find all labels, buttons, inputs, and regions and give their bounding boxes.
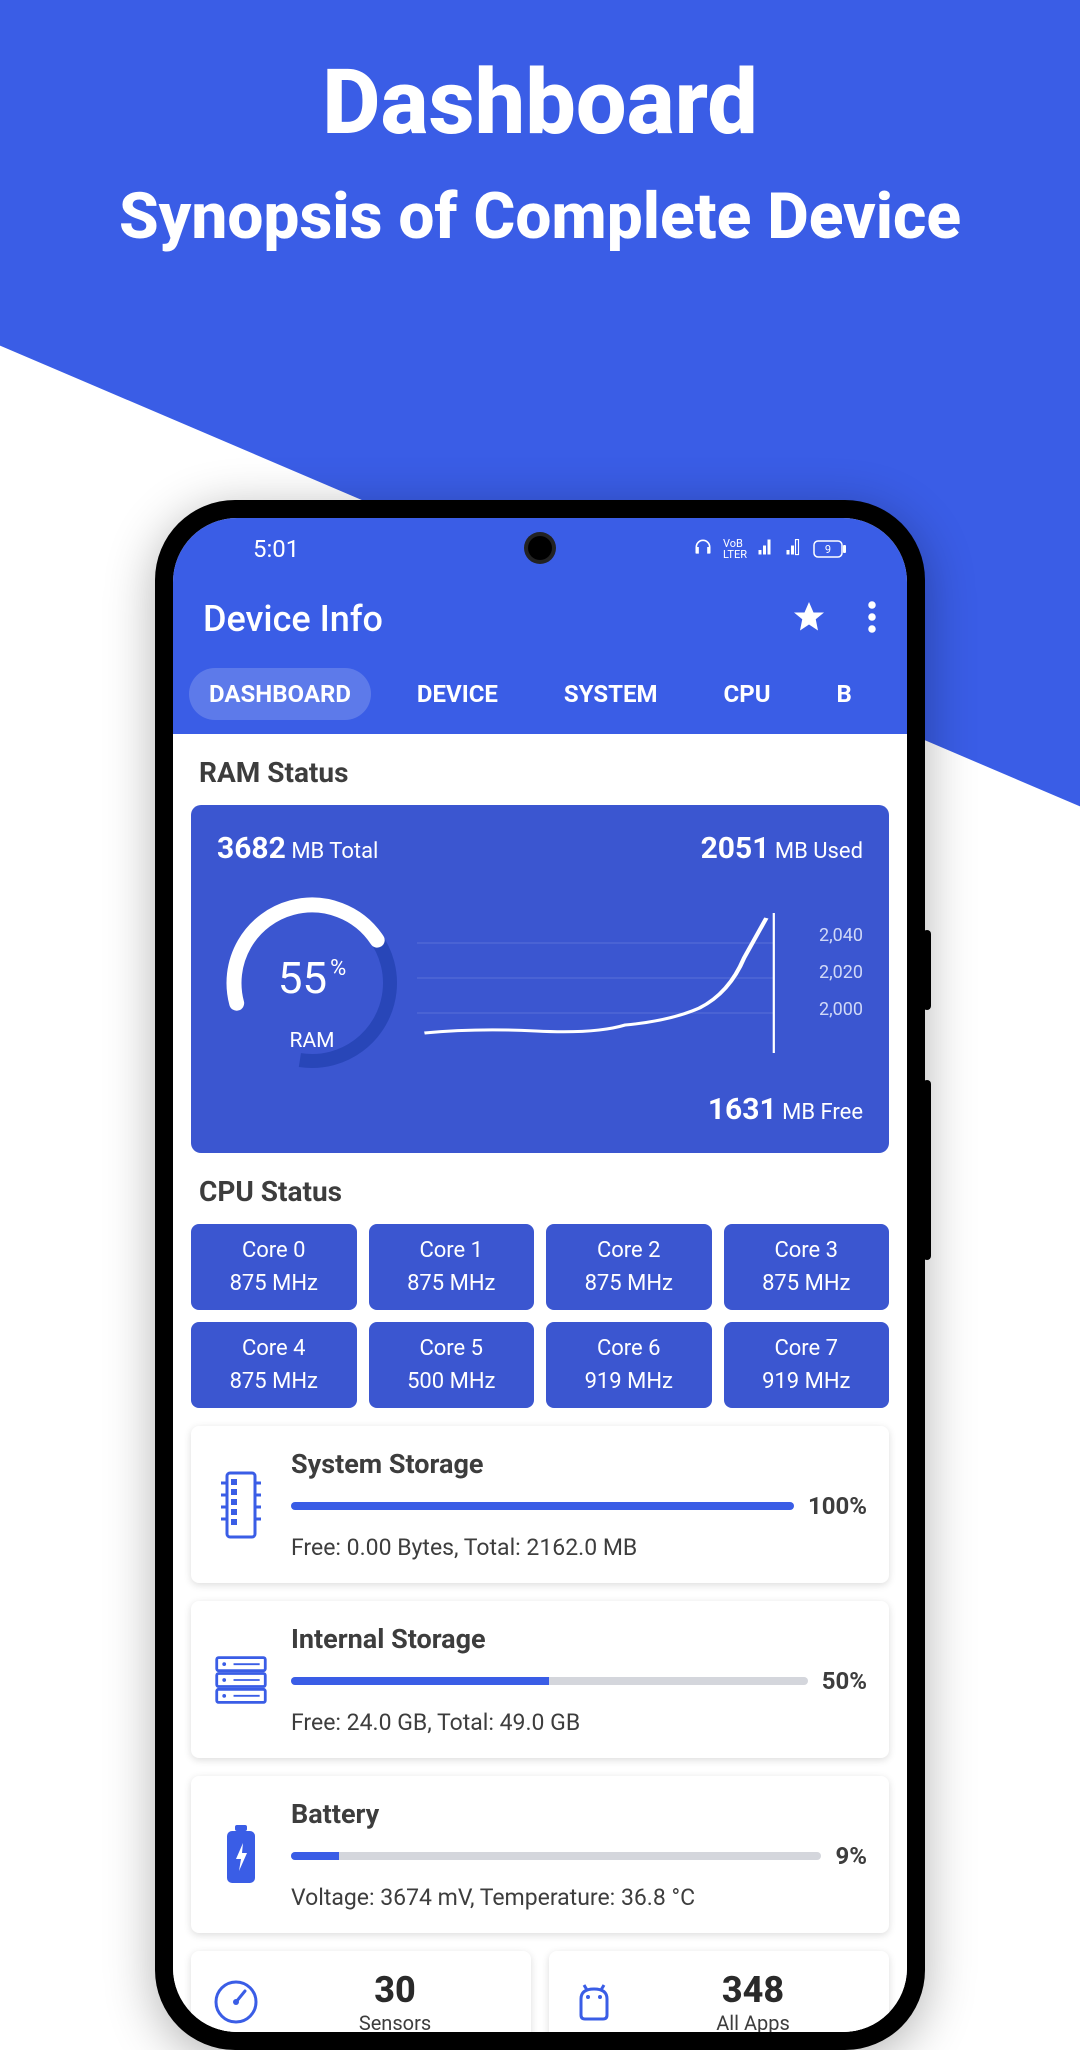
promo-subtitle: Synopsis of Complete Device — [0, 179, 1080, 254]
tab-dashboard[interactable]: DASHBOARD — [189, 668, 371, 720]
app-bar: Device Info — [173, 580, 907, 658]
android-icon — [569, 1977, 619, 2027]
battery-icon: 9 — [813, 540, 847, 558]
battery-card[interactable]: Battery 9% Voltage: 3674 mV, Temperature… — [191, 1776, 889, 1933]
storage-detail: Free: 0.00 Bytes, Total: 2162.0 MB — [291, 1534, 867, 1561]
tab-cpu[interactable]: CPU — [704, 668, 791, 720]
ram-free: 1631 MB Free — [217, 1092, 863, 1127]
apps-card[interactable]: 348 All Apps — [549, 1951, 889, 2032]
cpu-core-7: Core 7919 MHz — [724, 1322, 890, 1408]
storage-title: Internal Storage — [291, 1623, 867, 1655]
storage-detail: Voltage: 3674 mV, Temperature: 36.8 °C — [291, 1884, 867, 1911]
storage-percent: 50% — [822, 1667, 867, 1695]
signal-icon — [757, 538, 775, 561]
storage-progress-bar — [291, 1677, 808, 1685]
sensors-card[interactable]: 30 Sensors — [191, 1951, 531, 2032]
tab-more[interactable]: B — [817, 668, 872, 720]
system-storage-card[interactable]: System Storage 100% Free: 0.00 Bytes, To… — [191, 1426, 889, 1583]
info-number: 348 — [637, 1969, 869, 2011]
signal-icon-2 — [785, 538, 803, 561]
ram-total: 3682 MB Total — [217, 831, 378, 866]
volte-icon: VoBLTER — [723, 538, 747, 560]
phone-screen: 5:01 VoBLTER 9 Device Info — [173, 518, 907, 2032]
storage-detail: Free: 24.0 GB, Total: 49.0 GB — [291, 1709, 867, 1736]
headphones-icon — [693, 537, 713, 562]
more-icon[interactable] — [867, 599, 877, 639]
status-right-icons: VoBLTER 9 — [693, 537, 847, 562]
app-title: Device Info — [203, 598, 383, 640]
ram-sparkline: 2,040 2,020 2,000 — [417, 903, 863, 1063]
memory-chip-icon — [213, 1471, 269, 1539]
ram-card: 3682 MB Total 2051 MB Used 55% RAM — [191, 805, 889, 1153]
storage-title: Battery — [291, 1798, 867, 1830]
battery-icon — [213, 1821, 269, 1889]
phone-frame: 5:01 VoBLTER 9 Device Info — [155, 500, 925, 2050]
storage-percent: 9% — [835, 1842, 867, 1870]
tab-device[interactable]: DEVICE — [397, 668, 518, 720]
phone-volume-button — [923, 1080, 931, 1260]
cpu-core-1: Core 1875 MHz — [369, 1224, 535, 1310]
ram-gauge: 55% RAM — [217, 888, 407, 1078]
cpu-core-0: Core 0875 MHz — [191, 1224, 357, 1310]
content-scroll[interactable]: RAM Status 3682 MB Total 2051 MB Used 55… — [173, 734, 907, 2032]
internal-storage-card[interactable]: Internal Storage 50% Free: 24.0 GB, Tota… — [191, 1601, 889, 1758]
cpu-section-title: CPU Status — [173, 1153, 907, 1224]
cpu-core-4: Core 4875 MHz — [191, 1322, 357, 1408]
storage-title: System Storage — [291, 1448, 867, 1480]
tab-bar[interactable]: DASHBOARD DEVICE SYSTEM CPU B — [173, 658, 907, 734]
disk-stack-icon — [213, 1646, 269, 1714]
tab-system[interactable]: SYSTEM — [544, 668, 678, 720]
star-icon[interactable] — [791, 599, 827, 639]
cpu-core-2: Core 2875 MHz — [546, 1224, 712, 1310]
info-label: All Apps — [637, 2011, 869, 2032]
storage-progress-bar — [291, 1852, 821, 1860]
gauge-icon — [211, 1977, 261, 2027]
ram-used: 2051 MB Used — [701, 831, 863, 866]
status-time: 5:01 — [253, 535, 299, 563]
svg-text:9: 9 — [825, 543, 831, 556]
ram-section-title: RAM Status — [173, 734, 907, 805]
storage-progress-bar — [291, 1502, 794, 1510]
cpu-grid: Core 0875 MHz Core 1875 MHz Core 2875 MH… — [173, 1224, 907, 1408]
info-label: Sensors — [279, 2011, 511, 2032]
cpu-core-6: Core 6919 MHz — [546, 1322, 712, 1408]
promo-title: Dashboard — [0, 50, 1080, 155]
phone-power-button — [923, 930, 931, 1010]
info-number: 30 — [279, 1969, 511, 2011]
cpu-core-5: Core 5500 MHz — [369, 1322, 535, 1408]
promo-text: Dashboard Synopsis of Complete Device — [0, 0, 1080, 254]
phone-camera-notch — [528, 536, 552, 560]
storage-percent: 100% — [808, 1492, 867, 1520]
cpu-core-3: Core 3875 MHz — [724, 1224, 890, 1310]
